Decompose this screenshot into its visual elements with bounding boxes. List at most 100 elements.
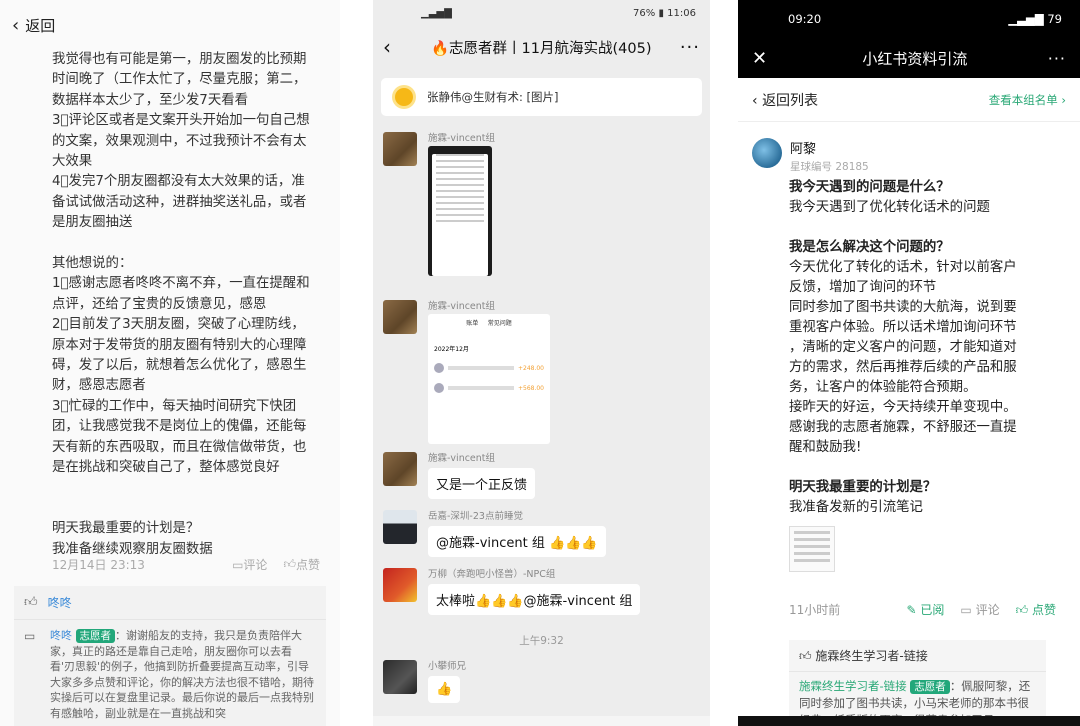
comment-author[interactable]: 咚咚: [50, 629, 72, 642]
avatar[interactable]: [383, 132, 417, 166]
more-icon[interactable]: ···: [680, 37, 700, 58]
thumbs-up-icon: 👍︎: [799, 649, 812, 663]
back-label: 返回: [25, 16, 56, 35]
avatar[interactable]: [383, 660, 417, 694]
pinned-text: 张静伟@生财有术: [图片]: [427, 90, 559, 104]
group-list-link[interactable]: 查看本组名单 ›: [989, 92, 1066, 108]
liked-by-name[interactable]: 咚咚: [48, 594, 72, 611]
post-line: 其他想说的：: [52, 256, 133, 272]
sender-name: 岳嘉-深圳-23点前睡觉: [428, 511, 523, 522]
post-line: 原本对于发带货的朋友圈有特别大的心理障: [52, 337, 307, 353]
sender-name: 施霖-vincent组: [428, 453, 496, 464]
post-line: [789, 458, 1066, 478]
sender-name: 小攀师兄: [428, 661, 467, 672]
comment-button[interactable]: ▭ 评论: [232, 556, 267, 573]
sender-name: 万柳（奔跑吧小怪兽）-NPC组: [428, 569, 556, 580]
read-button[interactable]: ✎ 已阅: [907, 601, 945, 618]
pencil-icon: ✎: [906, 603, 917, 617]
input-bar[interactable]: [373, 716, 710, 726]
post-line: 是在挑战和突破自己了，整体感觉良好: [52, 460, 280, 476]
post-line: 4⃣发完7个朋友圈都没有太大效果的话，准: [52, 174, 305, 190]
like-label: 点赞: [1031, 603, 1056, 617]
pinned-message[interactable]: 张静伟@生财有术: [图片]: [381, 78, 702, 116]
bottom-bar: [738, 716, 1080, 726]
comment-icon: ▭: [960, 603, 972, 617]
image-thumbnail[interactable]: [789, 526, 835, 572]
like-button[interactable]: 👍︎ 点赞: [1016, 601, 1056, 618]
avatar[interactable]: [383, 510, 417, 544]
battery-level: 76%: [633, 7, 656, 19]
message-bubble[interactable]: 又是一个正反馈: [428, 468, 536, 499]
post-line: [52, 479, 320, 499]
group-chat-panel: ▁▃▅▇ 76% ▮ 11:06 ‹ 🔥志愿者群丨11月航海实战(405) ··…: [373, 0, 710, 726]
post-line: 接昨天的好运，今天持续开单变现中。: [789, 400, 1017, 415]
close-icon[interactable]: ✕: [752, 48, 782, 69]
post-line: 重视客户体验。所以话术增加询问环节: [789, 320, 1017, 335]
chat-title: 🔥志愿者群丨11月航海实战(405): [431, 40, 652, 57]
post-line: [52, 234, 320, 254]
post-line: 点评，还给了宝贵的反馈意见，感恩: [52, 296, 267, 312]
more-icon[interactable]: ···: [1048, 49, 1066, 68]
comment-label: 评论: [243, 558, 268, 572]
post-line: 备试试做活动这种，进群抽奖送礼品，或者: [52, 194, 307, 210]
post-line: 碍，发了以后，就想着怎么优化了，感恩生: [52, 358, 307, 374]
read-label: 已阅: [920, 603, 945, 617]
planet-id: 星球编号 28185: [790, 161, 869, 173]
post-line: 明天我最重要的计划是？: [52, 521, 200, 537]
avatar[interactable]: [383, 300, 417, 334]
sub-nav: ‹ 返回列表 查看本组名单 ›: [738, 78, 1080, 122]
comment-button[interactable]: ▭ 评论: [960, 601, 999, 618]
avatar[interactable]: [752, 138, 782, 168]
comment-label: 评论: [975, 603, 1000, 617]
post-heading: 我今天遇到的问题是什么？: [789, 180, 950, 195]
post-line: 数据样本太少了，至少发7天看看: [52, 92, 248, 108]
like-button[interactable]: 👍︎ 点赞: [283, 556, 320, 573]
post-line: 1⃣感谢志愿者咚咚不离不弃，一直在提醒和: [52, 276, 310, 292]
post-line: 2⃣目前发了3天朋友圈，突破了心理防线，: [52, 317, 305, 333]
back-icon[interactable]: ‹: [383, 35, 411, 59]
avatar[interactable]: [383, 452, 417, 486]
chevron-left-icon: ‹: [752, 92, 758, 109]
back-to-list-button[interactable]: ‹ 返回列表: [752, 90, 818, 110]
image-attachment[interactable]: [428, 146, 492, 276]
post-meta: 12月14日 23:13 ▭ 评论 👍︎ 点赞: [52, 556, 320, 573]
post-line: ，清晰的定义客户的问题，才能知道对: [789, 340, 1017, 355]
message-bubble[interactable]: 👍: [428, 676, 461, 703]
post-timestamp: 12月14日 23:13: [52, 558, 145, 572]
post-line: 3⃣忙碌的工作中，每天抽时间研究下快团: [52, 398, 297, 414]
image-attachment[interactable]: 账单 常见问题 2022年12月 +248.00 +568.00: [428, 314, 550, 444]
sender-name: 施霖-vincent组: [428, 301, 496, 312]
author-name[interactable]: 阿黎: [790, 138, 869, 157]
back-button[interactable]: ‹ 返回: [0, 0, 340, 50]
message-bubble[interactable]: 太棒啦👍👍👍@施霖-vincent 组: [428, 584, 641, 615]
post-line: 我今天遇到了优化转化话术的问题: [789, 200, 990, 215]
liked-by-name[interactable]: 施霖终生学习者-链接: [815, 649, 927, 663]
liked-by-row: 👍︎ 施霖终生学习者-链接: [789, 640, 1046, 672]
post-line: 今天优化了转化的话术，针对以前客户: [789, 260, 1017, 275]
time-divider: 上午9:32: [519, 635, 564, 647]
avatar: [434, 363, 444, 373]
message-bubble[interactable]: @施霖-vincent 组 👍👍👍: [428, 526, 606, 557]
back-label: 返回列表: [762, 92, 819, 109]
comment-icon: ▭: [232, 557, 244, 572]
shot-title: 账单: [466, 320, 479, 327]
nav-bar: ✕ 小红书资料引流 ···: [738, 38, 1080, 78]
post-line: [789, 218, 1066, 238]
post-line: 是朋友圈抽送: [52, 215, 133, 231]
clock: 11:06: [667, 7, 696, 19]
thumbs-up-icon: 👍︎: [1015, 603, 1029, 617]
comment-item: ▭ 咚咚 志愿者 ：谢谢船友的支持，我只是负责陪伴大家，真正的路还是靠自己走哈，朋…: [14, 620, 326, 721]
thumbs-up-icon: 👍︎: [24, 595, 38, 610]
post-line: 我觉得也有可能是第一，朋友圈发的比预期: [52, 52, 307, 67]
post-line: 团，让我感觉我不是岗位上的傀儡，还能每: [52, 419, 307, 435]
shot-tab: 常见问题: [487, 320, 512, 327]
post-body: 我觉得也有可能是第一，朋友圈发的比预期 时间晚了（工作太忙了，尽量克服；第二， …: [0, 50, 340, 560]
shot-month: 2022年12月: [434, 345, 469, 353]
post-line: 时间晚了（工作太忙了，尽量克服；第二，: [52, 72, 307, 88]
avatar[interactable]: [383, 568, 417, 602]
signal-icon: ▁▃▅▇: [1008, 12, 1044, 26]
comment-author[interactable]: 施霖终生学习者-链接: [799, 679, 907, 693]
volunteer-badge: 志愿者: [75, 629, 115, 643]
post-line: 3⃣评论区或者是文案开头开始加一句自己想: [52, 113, 310, 129]
post-line: 务，让客户的体验能符合预期。: [789, 380, 977, 395]
